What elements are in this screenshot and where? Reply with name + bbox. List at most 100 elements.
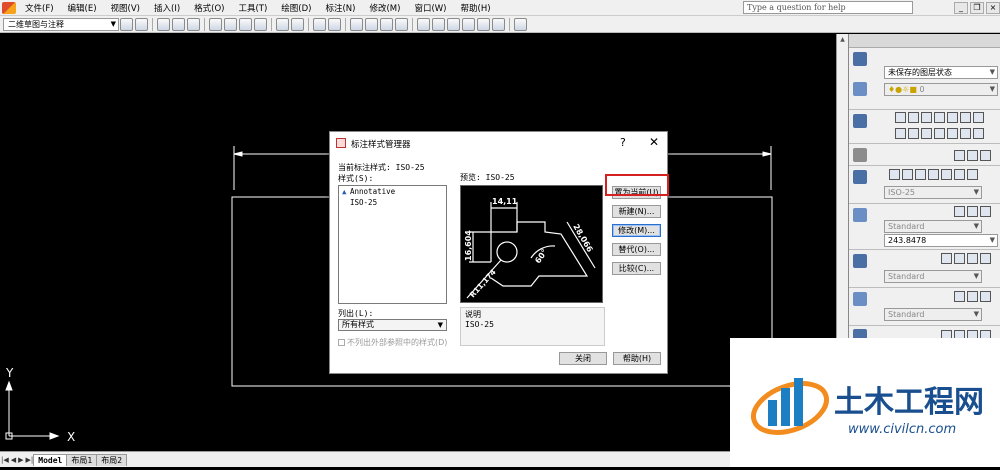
help-search-input[interactable]: Type a question for help <box>743 1 913 14</box>
radius-dimension-icon[interactable] <box>941 169 952 180</box>
menu-format[interactable]: 格式(O) <box>187 2 231 14</box>
table-style-icon[interactable] <box>967 291 978 302</box>
array-icon[interactable] <box>947 128 958 139</box>
layers-panel-icon[interactable] <box>853 52 867 66</box>
polygon-icon[interactable] <box>934 112 945 123</box>
compare-style-button[interactable]: 比较(C)... <box>612 262 661 275</box>
continue-dimension-icon[interactable] <box>902 169 913 180</box>
new-style-button[interactable]: 新建(N)... <box>612 205 661 218</box>
menu-modify[interactable]: 修改(M) <box>362 2 407 14</box>
aligned-dimension-icon[interactable] <box>915 169 926 180</box>
tool-palettes-icon[interactable] <box>447 17 460 31</box>
add-leader-icon[interactable] <box>954 253 965 264</box>
draw-panel-icon[interactable] <box>853 114 867 128</box>
linear-dimension-icon[interactable] <box>889 169 900 180</box>
menu-help[interactable]: 帮助(H) <box>454 2 498 14</box>
table-edit-icon[interactable] <box>980 291 991 302</box>
match-properties-icon[interactable] <box>291 17 304 31</box>
tab-layout2[interactable]: 布局2 <box>96 453 128 466</box>
list-item[interactable]: ISO-25 <box>339 197 446 208</box>
3d-publish-icon[interactable] <box>254 17 267 31</box>
text-style-select[interactable]: Standard ▼ <box>884 220 982 233</box>
list-item[interactable]: ▲ Annotative <box>339 186 446 197</box>
help-icon[interactable] <box>514 17 527 31</box>
offset-icon[interactable] <box>934 128 945 139</box>
restore-icon[interactable]: ❐ <box>970 2 984 14</box>
remove-leader-icon[interactable] <box>967 253 978 264</box>
tab-layout1[interactable]: 布局1 <box>66 453 98 466</box>
dimension-style-select[interactable]: ISO-25 ▼ <box>884 186 982 199</box>
table-icon[interactable] <box>954 291 965 302</box>
workspace-select[interactable]: 二维草图与注释 ▼ <box>3 17 119 31</box>
list-filter-select[interactable]: 所有样式 ▼ <box>338 319 447 331</box>
modify-style-button[interactable]: 修改(M)... <box>612 224 661 237</box>
design-center-icon[interactable] <box>432 17 445 31</box>
menu-tools[interactable]: 工具(T) <box>231 2 274 14</box>
tool-palettes-panel-icon[interactable] <box>853 148 867 162</box>
sheet-set-icon[interactable] <box>462 17 475 31</box>
single-line-text-icon[interactable] <box>967 206 978 217</box>
close-icon[interactable]: × <box>986 2 1000 14</box>
erase-icon[interactable] <box>895 128 906 139</box>
styles-list[interactable]: ▲ Annotative ISO-25 <box>338 185 447 304</box>
save-icon[interactable] <box>187 17 200 31</box>
dialog-titlebar[interactable]: 标注样式管理器 ? ✕ <box>330 132 667 154</box>
menu-draw[interactable]: 绘图(D) <box>274 2 318 14</box>
calculator-icon[interactable] <box>492 17 505 31</box>
mirror-icon[interactable] <box>921 128 932 139</box>
new-file-icon[interactable] <box>157 17 170 31</box>
workspace-settings-icon[interactable] <box>120 17 133 31</box>
palette-titlebar[interactable] <box>849 34 1000 48</box>
redo-icon[interactable] <box>328 17 341 31</box>
dimensions-panel-icon[interactable] <box>853 170 867 184</box>
menu-edit[interactable]: 编辑(E) <box>61 2 104 14</box>
menu-file[interactable]: 文件(F) <box>18 2 61 14</box>
scroll-up-icon[interactable]: ▲ <box>838 36 847 45</box>
tool-palette-icon[interactable] <box>954 150 965 161</box>
multileader-icon[interactable] <box>941 253 952 264</box>
pan-icon[interactable] <box>350 17 363 31</box>
tool-palette-2-icon[interactable] <box>967 150 978 161</box>
polyline-icon[interactable] <box>921 112 932 123</box>
exclude-xref-checkbox[interactable]: 不列出外部参照中的样式(D) <box>338 337 447 348</box>
text-style-icon[interactable] <box>980 206 991 217</box>
diameter-dimension-icon[interactable] <box>954 169 965 180</box>
line-icon[interactable] <box>895 112 906 123</box>
dimension-style-icon[interactable] <box>967 169 978 180</box>
print-icon[interactable] <box>209 17 222 31</box>
text-panel-icon[interactable] <box>853 208 867 222</box>
layer-state-select[interactable]: 未保存的图层状态 ▼ <box>884 66 998 79</box>
tab-model[interactable]: Model <box>33 453 68 466</box>
tab-next-icon[interactable]: ▶ <box>18 456 23 464</box>
app-logo-icon[interactable] <box>2 1 16 14</box>
print-preview-icon[interactable] <box>224 17 237 31</box>
rotate-icon[interactable] <box>973 128 984 139</box>
multileader-panel-icon[interactable] <box>853 254 867 268</box>
angular-dimension-icon[interactable] <box>928 169 939 180</box>
circle-icon[interactable] <box>973 112 984 123</box>
override-style-button[interactable]: 替代(O)... <box>612 243 661 256</box>
properties-icon[interactable] <box>417 17 430 31</box>
layer-properties-icon[interactable] <box>853 82 867 96</box>
publish-icon[interactable] <box>239 17 252 31</box>
tab-last-icon[interactable]: ▶| <box>26 456 34 464</box>
zoom-realtime-icon[interactable] <box>365 17 378 31</box>
menu-insert[interactable]: 插入(I) <box>147 2 187 14</box>
menu-dimension[interactable]: 标注(N) <box>318 2 362 14</box>
multileader-style-select[interactable]: Standard ▼ <box>884 270 982 283</box>
tool-palette-3-icon[interactable] <box>980 150 991 161</box>
close-button[interactable]: 关闭 <box>559 352 607 365</box>
table-panel-icon[interactable] <box>853 292 867 306</box>
menu-window[interactable]: 窗口(W) <box>407 2 453 14</box>
help-question-icon[interactable]: ? <box>620 136 626 149</box>
move-icon[interactable] <box>960 128 971 139</box>
minimize-icon[interactable]: _ <box>954 2 968 14</box>
menu-view[interactable]: 视图(V) <box>104 2 147 14</box>
construction-line-icon[interactable] <box>908 112 919 123</box>
set-current-button[interactable]: 置为当前(U) <box>612 186 661 199</box>
multiline-text-icon[interactable] <box>954 206 965 217</box>
tab-prev-icon[interactable]: ◀ <box>11 456 16 464</box>
layer-select[interactable]: ♦●☼■ 0 ▼ <box>884 83 998 96</box>
copy-icon[interactable] <box>908 128 919 139</box>
arc-icon[interactable] <box>960 112 971 123</box>
